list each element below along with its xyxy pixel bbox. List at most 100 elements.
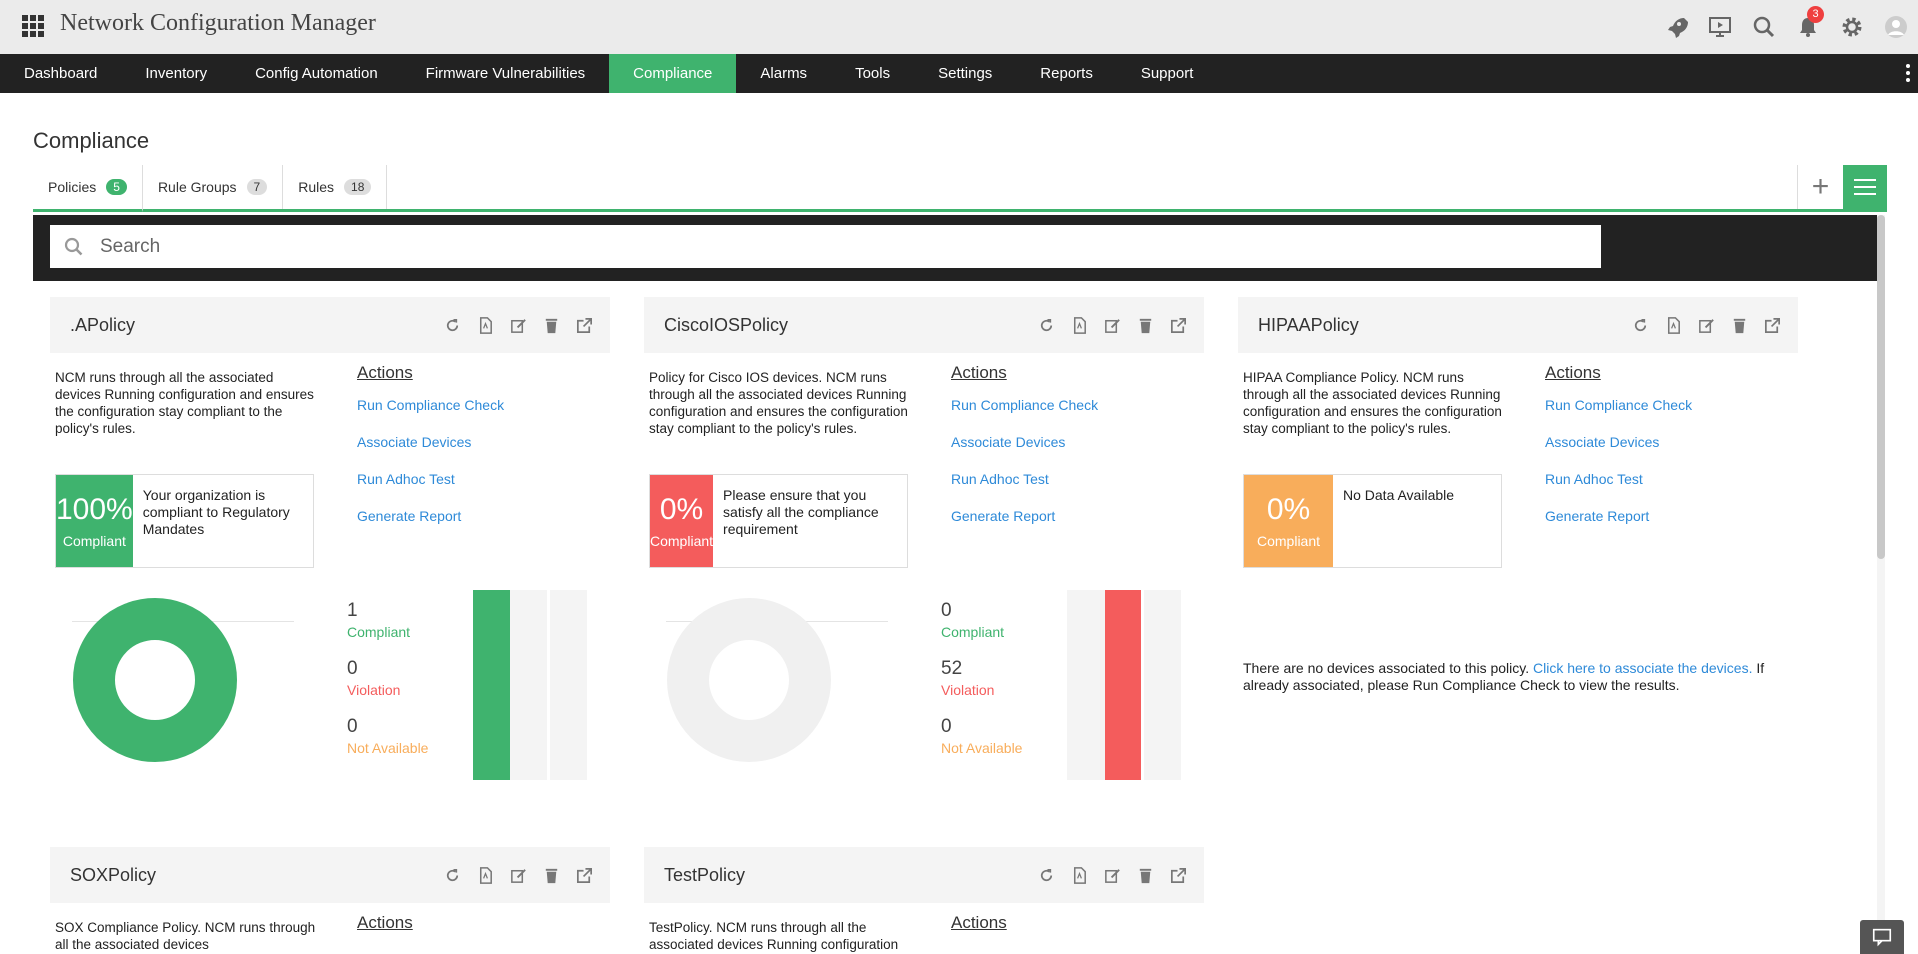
percent-label: Compliant [1256,533,1321,549]
external-link-icon[interactable] [575,866,594,885]
compliant-bar [473,590,510,780]
nav-tools[interactable]: Tools [831,54,914,93]
actions-header: Actions [951,913,1007,932]
search-bar [33,215,1877,281]
delete-icon[interactable] [1136,316,1155,335]
actions-panel: Actions Run Compliance Check Associate D… [951,363,1098,545]
run-adhoc-test-link[interactable]: Run Adhoc Test [951,471,1098,487]
tab-rule-groups[interactable]: Rule Groups 7 [143,165,284,209]
menu-icon[interactable] [1843,165,1887,209]
policy-title: HIPAAPolicy [1258,314,1359,335]
policy-card-testpolicy: TestPolicy TestPolicy. NCM runs through … [644,847,1204,954]
delete-icon[interactable] [542,316,561,335]
percent-value: 0% [1266,493,1311,526]
na-label: Not Available [347,740,429,756]
run-compliance-check-link[interactable]: Run Compliance Check [357,397,504,413]
pdf-icon[interactable] [1070,866,1089,885]
violation-label: Violation [941,682,995,698]
rocket-icon[interactable] [1654,0,1698,54]
nav-reports[interactable]: Reports [1016,54,1117,93]
app-title: Network Configuration Manager [60,10,376,36]
delete-icon[interactable] [542,866,561,885]
percent-label: Compliant [62,533,126,549]
edit-icon[interactable] [509,866,528,885]
edit-icon[interactable] [1103,316,1122,335]
user-avatar-icon[interactable] [1874,0,1918,54]
refresh-icon[interactable] [1631,316,1650,335]
nav-inventory[interactable]: Inventory [121,54,231,93]
scrollbar[interactable] [1877,215,1885,954]
donut-chart [73,598,237,762]
nav-alarms[interactable]: Alarms [736,54,831,93]
compliance-percent: 0% Compliant [650,475,714,567]
bell-icon[interactable]: 3 [1786,0,1830,54]
edit-icon[interactable] [509,316,528,335]
tab-policies[interactable]: Policies 5 [33,165,143,212]
nav-compliance[interactable]: Compliance [609,54,737,93]
presentation-icon[interactable] [1698,0,1742,54]
generate-report-link[interactable]: Generate Report [1545,508,1692,524]
gear-icon[interactable] [1830,0,1874,54]
generate-report-link[interactable]: Generate Report [951,508,1098,524]
compliance-percent: 0% Compliant [1244,475,1333,567]
search-icon[interactable] [1742,0,1786,54]
violation-bar [1105,590,1141,780]
policy-card-ciscoiospolicy: CiscoIOSPolicy Policy for Cisco IOS devi… [644,297,1204,780]
app-grid-icon[interactable] [22,15,44,37]
nav-config-automation[interactable]: Config Automation [231,54,402,93]
refresh-icon[interactable] [443,866,462,885]
external-link-icon[interactable] [575,316,594,335]
external-link-icon[interactable] [1763,316,1782,335]
card-toolbar [1037,316,1188,335]
search-box[interactable] [50,225,1601,268]
compliance-message: No Data Available [1343,487,1455,503]
tab-bar: Policies 5 Rule Groups 7 Rules 18 + [33,165,1887,212]
compliance-message: Please ensure that you satisfy all the c… [723,487,879,537]
no-devices-text: There are no devices associated to this … [1243,660,1530,676]
refresh-icon[interactable] [1037,316,1056,335]
associate-devices-link[interactable]: Click here to associate the devices. [1533,660,1752,676]
run-adhoc-test-link[interactable]: Run Adhoc Test [1545,471,1692,487]
more-vertical-icon[interactable] [1906,64,1910,82]
run-compliance-check-link[interactable]: Run Compliance Check [951,397,1098,413]
nav-firmware-vulnerabilities[interactable]: Firmware Vulnerabilities [402,54,610,93]
refresh-icon[interactable] [443,316,462,335]
pdf-icon[interactable] [476,866,495,885]
search-input[interactable] [100,235,1500,258]
card-toolbar [443,316,594,335]
delete-icon[interactable] [1730,316,1749,335]
compliant-label: Compliant [941,624,1005,640]
card-header: SOXPolicy [50,847,610,903]
external-link-icon[interactable] [1169,866,1188,885]
run-compliance-check-link[interactable]: Run Compliance Check [1545,397,1692,413]
tab-rules[interactable]: Rules 18 [283,165,388,209]
na-count: 0 [347,716,358,737]
count-badge: 5 [106,179,127,195]
pdf-icon[interactable] [476,316,495,335]
run-adhoc-test-link[interactable]: Run Adhoc Test [357,471,504,487]
refresh-icon[interactable] [1037,866,1056,885]
nav-dashboard[interactable]: Dashboard [0,54,121,93]
delete-icon[interactable] [1136,866,1155,885]
top-bar: Network Configuration Manager 3 [0,0,1918,54]
associate-devices-link[interactable]: Associate Devices [1545,434,1692,450]
edit-icon[interactable] [1697,316,1716,335]
nav-settings[interactable]: Settings [914,54,1016,93]
nav-support[interactable]: Support [1117,54,1218,93]
pdf-icon[interactable] [1664,316,1683,335]
stats-panel: 1 Compliant 0 Violation 0 Not Available [347,600,428,774]
card-header: TestPolicy [644,847,1204,903]
pdf-icon[interactable] [1070,316,1089,335]
associate-devices-link[interactable]: Associate Devices [357,434,504,450]
policy-description: NCM runs through all the associated devi… [55,370,314,436]
donut-chart [667,598,831,762]
edit-icon[interactable] [1103,866,1122,885]
generate-report-link[interactable]: Generate Report [357,508,504,524]
bar-chart [1067,590,1181,780]
add-icon[interactable]: + [1797,165,1843,209]
external-link-icon[interactable] [1169,316,1188,335]
actions-panel: Actions Run Compliance Check Associate D… [357,363,504,545]
chat-icon[interactable] [1860,920,1904,954]
associate-devices-link[interactable]: Associate Devices [951,434,1098,450]
actions-panel: Actions Run Compliance Check Associate D… [1545,363,1692,545]
